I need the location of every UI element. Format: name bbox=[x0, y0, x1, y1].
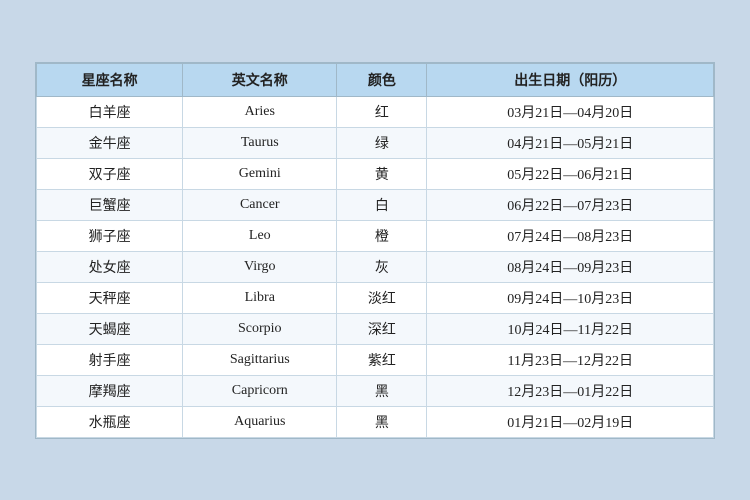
table-row: 金牛座Taurus绿04月21日—05月21日 bbox=[37, 127, 714, 158]
zodiac-table-container: 星座名称 英文名称 颜色 出生日期（阳历） 白羊座Aries红03月21日—04… bbox=[35, 62, 715, 439]
cell-chinese-name: 金牛座 bbox=[37, 127, 183, 158]
header-dates: 出生日期（阳历） bbox=[427, 63, 714, 96]
cell-chinese-name: 天蝎座 bbox=[37, 313, 183, 344]
cell-english-name: Aries bbox=[183, 96, 337, 127]
cell-dates: 09月24日—10月23日 bbox=[427, 282, 714, 313]
cell-english-name: Taurus bbox=[183, 127, 337, 158]
table-row: 处女座Virgo灰08月24日—09月23日 bbox=[37, 251, 714, 282]
table-row: 摩羯座Capricorn黑12月23日—01月22日 bbox=[37, 375, 714, 406]
cell-english-name: Capricorn bbox=[183, 375, 337, 406]
cell-color: 淡红 bbox=[337, 282, 427, 313]
cell-dates: 06月22日—07月23日 bbox=[427, 189, 714, 220]
cell-dates: 01月21日—02月19日 bbox=[427, 406, 714, 437]
cell-dates: 11月23日—12月22日 bbox=[427, 344, 714, 375]
cell-color: 白 bbox=[337, 189, 427, 220]
cell-english-name: Leo bbox=[183, 220, 337, 251]
table-row: 双子座Gemini黄05月22日—06月21日 bbox=[37, 158, 714, 189]
table-row: 天蝎座Scorpio深红10月24日—11月22日 bbox=[37, 313, 714, 344]
cell-color: 黑 bbox=[337, 406, 427, 437]
cell-color: 灰 bbox=[337, 251, 427, 282]
cell-color: 黑 bbox=[337, 375, 427, 406]
cell-chinese-name: 天秤座 bbox=[37, 282, 183, 313]
cell-dates: 05月22日—06月21日 bbox=[427, 158, 714, 189]
table-row: 天秤座Libra淡红09月24日—10月23日 bbox=[37, 282, 714, 313]
cell-english-name: Libra bbox=[183, 282, 337, 313]
table-header-row: 星座名称 英文名称 颜色 出生日期（阳历） bbox=[37, 63, 714, 96]
cell-chinese-name: 双子座 bbox=[37, 158, 183, 189]
cell-chinese-name: 白羊座 bbox=[37, 96, 183, 127]
cell-english-name: Gemini bbox=[183, 158, 337, 189]
cell-english-name: Sagittarius bbox=[183, 344, 337, 375]
header-chinese-name: 星座名称 bbox=[37, 63, 183, 96]
header-color: 颜色 bbox=[337, 63, 427, 96]
table-row: 白羊座Aries红03月21日—04月20日 bbox=[37, 96, 714, 127]
cell-color: 黄 bbox=[337, 158, 427, 189]
cell-english-name: Aquarius bbox=[183, 406, 337, 437]
cell-dates: 12月23日—01月22日 bbox=[427, 375, 714, 406]
cell-dates: 10月24日—11月22日 bbox=[427, 313, 714, 344]
cell-chinese-name: 狮子座 bbox=[37, 220, 183, 251]
cell-dates: 07月24日—08月23日 bbox=[427, 220, 714, 251]
cell-chinese-name: 巨蟹座 bbox=[37, 189, 183, 220]
cell-dates: 04月21日—05月21日 bbox=[427, 127, 714, 158]
cell-chinese-name: 射手座 bbox=[37, 344, 183, 375]
cell-english-name: Scorpio bbox=[183, 313, 337, 344]
header-english-name: 英文名称 bbox=[183, 63, 337, 96]
cell-english-name: Virgo bbox=[183, 251, 337, 282]
cell-chinese-name: 处女座 bbox=[37, 251, 183, 282]
table-row: 射手座Sagittarius紫红11月23日—12月22日 bbox=[37, 344, 714, 375]
cell-color: 紫红 bbox=[337, 344, 427, 375]
zodiac-table: 星座名称 英文名称 颜色 出生日期（阳历） 白羊座Aries红03月21日—04… bbox=[36, 63, 714, 438]
table-row: 水瓶座Aquarius黑01月21日—02月19日 bbox=[37, 406, 714, 437]
cell-color: 橙 bbox=[337, 220, 427, 251]
table-row: 狮子座Leo橙07月24日—08月23日 bbox=[37, 220, 714, 251]
cell-color: 绿 bbox=[337, 127, 427, 158]
cell-color: 红 bbox=[337, 96, 427, 127]
table-row: 巨蟹座Cancer白06月22日—07月23日 bbox=[37, 189, 714, 220]
cell-chinese-name: 水瓶座 bbox=[37, 406, 183, 437]
cell-dates: 08月24日—09月23日 bbox=[427, 251, 714, 282]
cell-english-name: Cancer bbox=[183, 189, 337, 220]
cell-color: 深红 bbox=[337, 313, 427, 344]
cell-chinese-name: 摩羯座 bbox=[37, 375, 183, 406]
cell-dates: 03月21日—04月20日 bbox=[427, 96, 714, 127]
